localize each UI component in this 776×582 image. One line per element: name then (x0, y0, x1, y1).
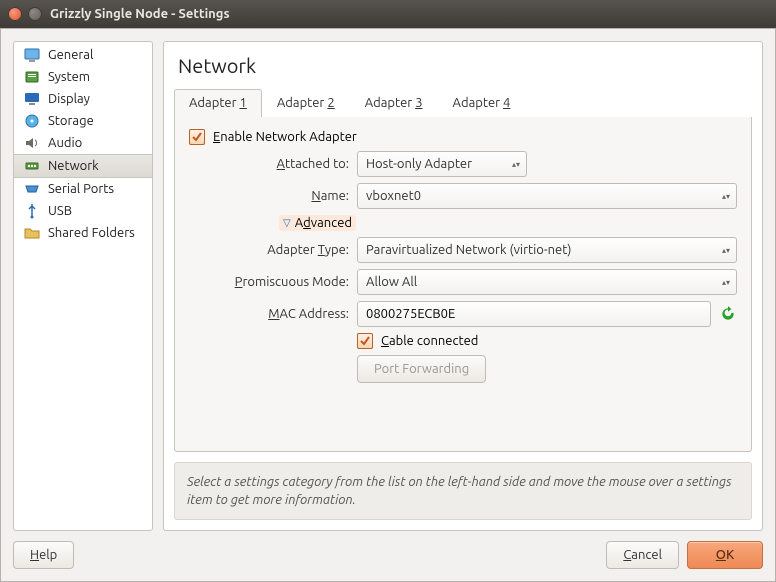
tab-adapter-1[interactable]: Adapter 1 (174, 89, 262, 117)
audio-icon (24, 135, 40, 151)
sidebar-item-usb[interactable]: USB (14, 200, 152, 222)
settings-dialog: General System Display Storage Audio Net… (0, 28, 776, 582)
serial-icon (24, 181, 40, 197)
sidebar-item-network[interactable]: Network (14, 154, 152, 178)
cable-connected-label: Cable connected (381, 334, 478, 348)
dialog-footer: Help Cancel OK (13, 537, 763, 569)
triangle-down-icon: ▽ (283, 217, 291, 229)
mac-label: MAC Address: (189, 307, 349, 321)
sidebar-item-label: USB (48, 204, 72, 218)
tab-adapter-3[interactable]: Adapter 3 (350, 89, 438, 117)
chevron-updown-icon: ▴▾ (722, 246, 732, 255)
sidebar-item-display[interactable]: Display (14, 88, 152, 110)
chevron-updown-icon: ▴▾ (512, 160, 522, 169)
sidebar-item-label: Serial Ports (48, 182, 114, 196)
name-label: Name: (189, 189, 349, 203)
network-icon (24, 158, 40, 174)
promiscuous-combo[interactable]: Allow All ▴▾ (357, 269, 737, 295)
adapter-type-label: Adapter Type: (189, 243, 349, 257)
tab-adapter-4[interactable]: Adapter 4 (438, 89, 526, 117)
name-combo[interactable]: vboxnet0 ▴▾ (357, 183, 737, 209)
sidebar-item-storage[interactable]: Storage (14, 110, 152, 132)
sidebar-item-label: Storage (48, 114, 94, 128)
hint-box: Select a settings category from the list… (174, 462, 752, 520)
adapter-form: Enable Network Adapter Attached to: Host… (174, 117, 752, 452)
sidebar-item-general[interactable]: General (14, 44, 152, 66)
port-forwarding-button[interactable]: Port Forwarding (357, 355, 486, 383)
storage-icon (24, 113, 40, 129)
enable-adapter-row: Enable Network Adapter (189, 129, 737, 145)
enable-adapter-label: Enable Network Adapter (213, 130, 357, 144)
mac-address-input[interactable] (357, 301, 711, 327)
attached-to-label: Attached to: (189, 157, 349, 171)
help-button[interactable]: Help (13, 541, 74, 569)
tab-adapter-2[interactable]: Adapter 2 (262, 89, 350, 117)
attached-to-combo[interactable]: Host-only Adapter ▴▾ (357, 151, 527, 177)
sidebar-item-serialports[interactable]: Serial Ports (14, 178, 152, 200)
system-icon (24, 69, 40, 85)
chevron-updown-icon: ▴▾ (722, 278, 732, 287)
adapter-type-combo[interactable]: Paravirtualized Network (virtio-net) ▴▾ (357, 237, 737, 263)
window-minimize-icon[interactable] (28, 7, 42, 21)
window-title: Grizzly Single Node - Settings (50, 7, 230, 21)
adapter-tabs: Adapter 1 Adapter 2 Adapter 3 Adapter 4 (164, 89, 762, 117)
enable-adapter-checkbox[interactable] (189, 129, 205, 145)
sidebar-item-label: Display (48, 92, 90, 106)
chevron-updown-icon: ▴▾ (722, 192, 732, 201)
sidebar-item-label: General (48, 48, 93, 62)
sidebar-item-audio[interactable]: Audio (14, 132, 152, 154)
promiscuous-label: Promiscuous Mode: (189, 275, 349, 289)
window-close-icon[interactable] (8, 7, 22, 21)
page-title: Network (164, 42, 762, 87)
advanced-toggle[interactable]: ▽ Advanced (279, 215, 356, 231)
settings-sidebar: General System Display Storage Audio Net… (13, 41, 153, 531)
sidebar-item-label: Shared Folders (48, 226, 135, 240)
cancel-button[interactable]: Cancel (606, 541, 679, 569)
display-icon (24, 91, 40, 107)
sidebar-item-label: Network (48, 159, 99, 173)
usb-icon (24, 203, 40, 219)
folder-icon (24, 225, 40, 241)
sidebar-item-system[interactable]: System (14, 66, 152, 88)
sidebar-item-label: Audio (48, 136, 82, 150)
sidebar-item-sharedfolders[interactable]: Shared Folders (14, 222, 152, 244)
general-icon (24, 47, 40, 63)
refresh-mac-icon[interactable] (719, 305, 737, 323)
titlebar: Grizzly Single Node - Settings (0, 0, 776, 28)
sidebar-item-label: System (48, 70, 90, 84)
content-panel: Network Adapter 1 Adapter 2 Adapter 3 Ad… (163, 41, 763, 531)
ok-button[interactable]: OK (687, 541, 763, 569)
cable-connected-checkbox[interactable] (357, 333, 373, 349)
